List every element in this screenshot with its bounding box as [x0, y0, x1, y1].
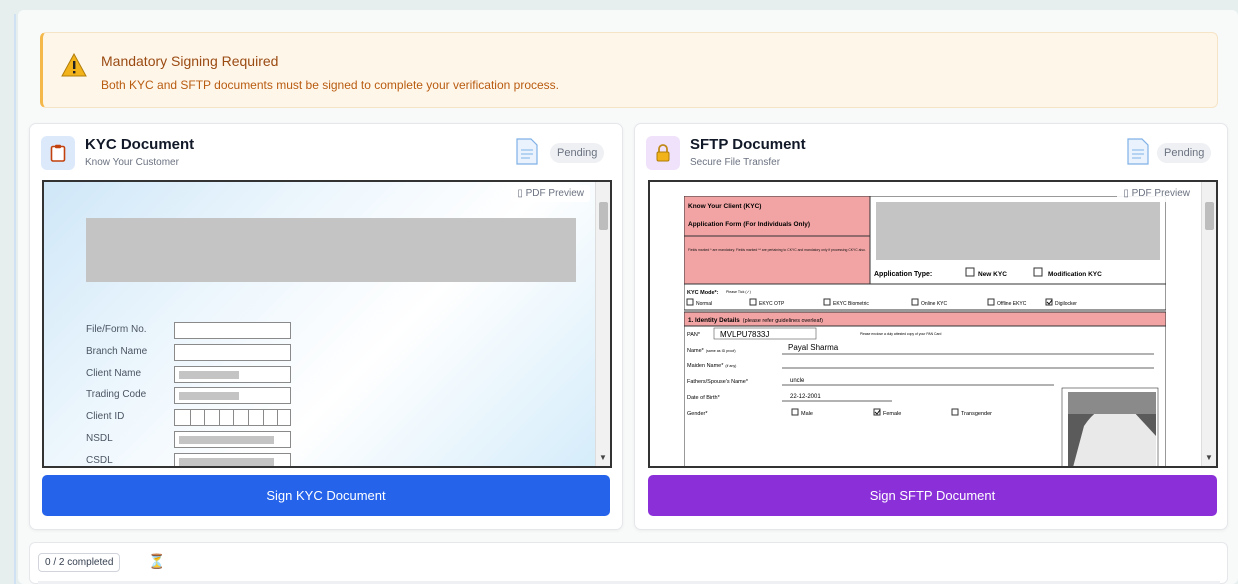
kyc-field-label: Branch Name: [86, 346, 148, 357]
mode-checkbox: [911, 298, 919, 306]
mandatory-signing-alert: Mandatory Signing Required Both KYC and …: [40, 32, 1218, 108]
kyc-field-label: Client ID: [86, 411, 125, 422]
mode-checkbox: [686, 298, 694, 306]
mode-option-label: EKYC Biometric: [833, 301, 869, 307]
document-icon: [1127, 138, 1149, 165]
sign-kyc-button[interactable]: Sign KYC Document: [42, 475, 610, 516]
app-type-modification: Modification KYC: [1048, 271, 1102, 278]
mode-option-label: Online KYC: [921, 301, 948, 307]
kyc-status-badge: Pending: [550, 143, 605, 163]
sftp-card-subtitle: Secure File Transfer: [690, 157, 781, 168]
document-icon: [516, 138, 538, 165]
form-header-line2: Application Form (For Individuals Only): [688, 221, 810, 228]
app-type-new: New KYC: [978, 271, 1007, 278]
pan-label: PAN*: [687, 332, 701, 338]
kyc-card-subtitle: Know Your Customer: [85, 157, 179, 168]
kyc-mode-label: KYC Mode*:: [687, 290, 719, 296]
kyc-preview-scrollbar[interactable]: ▼: [595, 182, 610, 466]
kyc-field-box: [174, 387, 291, 404]
kyc-mode-hint: Please Tick (✓): [726, 290, 751, 294]
gender-checkbox: [791, 408, 799, 416]
mode-checkbox: [987, 298, 995, 306]
mode-checkbox: [823, 298, 831, 306]
mode-option-label: EKYC OTP: [759, 301, 785, 307]
form-header-line1: Know Your Client (KYC): [688, 203, 761, 210]
mode-checkbox: [749, 298, 757, 306]
gender-option-label: Transgender: [961, 411, 992, 417]
progress-count: 0 / 2 completed: [38, 553, 121, 572]
pdf-preview-label: ▯ PDF Preview: [511, 185, 590, 202]
warning-icon: [61, 53, 87, 77]
father-spouse-label: Fathers/Spouse's Name*: [687, 379, 749, 385]
lock-icon: [646, 136, 680, 170]
kyc-field-box: [174, 366, 291, 383]
kyc-field-box: [174, 431, 291, 448]
left-accent-bar: [14, 14, 16, 584]
sign-sftp-button[interactable]: Sign SFTP Document: [648, 475, 1217, 516]
pan-hint: Please enclose a duly attested copy of y…: [860, 332, 941, 336]
clipboard-icon: [41, 136, 75, 170]
sftp-document-card: SFTP Document Secure File Transfer Pendi…: [634, 123, 1228, 530]
dob-value: 22-12-2001: [790, 394, 821, 400]
kyc-field-label: NSDL: [86, 433, 113, 444]
kyc-field-label: CSDL: [86, 455, 113, 466]
form-mandatory-note: Fields marked * are mandatory. Fields ma…: [688, 248, 866, 252]
pdf-preview-label: ▯ PDF Preview: [1117, 185, 1196, 202]
kyc-field-box: [174, 409, 291, 426]
pan-value: MVLPU7833J: [720, 330, 769, 339]
sftp-preview-scrollbar[interactable]: ▼: [1201, 182, 1216, 466]
signing-progress: 0 / 2 completed ⏳: [29, 542, 1228, 584]
dob-label: Date of Birth*: [687, 395, 721, 401]
gender-label: Gender*: [687, 411, 708, 417]
hourglass-icon: ⏳: [148, 553, 166, 569]
kyc-pdf-preview[interactable]: File/Form No. Branch Name Client Name Tradi…: [42, 180, 612, 468]
kyc-field-box: [174, 322, 291, 339]
identity-section-title: 1. Identity Details (please refer guideli…: [688, 317, 823, 324]
sftp-pdf-preview[interactable]: Know Your Client (KYC) Application Form …: [648, 180, 1218, 468]
sftp-card-title: SFTP Document: [690, 136, 806, 153]
kyc-field-label: File/Form No.: [86, 324, 147, 335]
kyc-field-label: Client Name: [86, 368, 142, 379]
gender-option-label: Male: [801, 411, 813, 417]
kyc-card-title: KYC Document: [85, 136, 195, 153]
kyc-field-label: Trading Code: [86, 389, 147, 400]
kyc-application-form: Know Your Client (KYC) Application Form …: [684, 196, 1166, 466]
father-spouse-value: uncle: [790, 378, 805, 384]
sftp-status-badge: Pending: [1157, 143, 1212, 163]
alert-message: Both KYC and SFTP documents must be sign…: [101, 78, 560, 92]
alert-title: Mandatory Signing Required: [101, 53, 279, 69]
name-value: Payal Sharma: [788, 343, 839, 352]
gender-checkbox: [951, 408, 959, 416]
redacted-header: [86, 218, 576, 282]
kyc-field-box: [174, 344, 291, 361]
kyc-document-card: KYC Document Know Your Customer Pending …: [29, 123, 623, 530]
mode-option-label: Normal: [696, 301, 712, 307]
mode-option-label: Offline EKYC: [997, 301, 1027, 307]
kyc-field-box: [174, 453, 291, 466]
application-type-label: Application Type:: [874, 271, 932, 278]
redacted-logo-block: [876, 202, 1160, 260]
mode-option-label: Digilocker: [1055, 301, 1077, 307]
gender-option-label: Female: [883, 411, 901, 417]
